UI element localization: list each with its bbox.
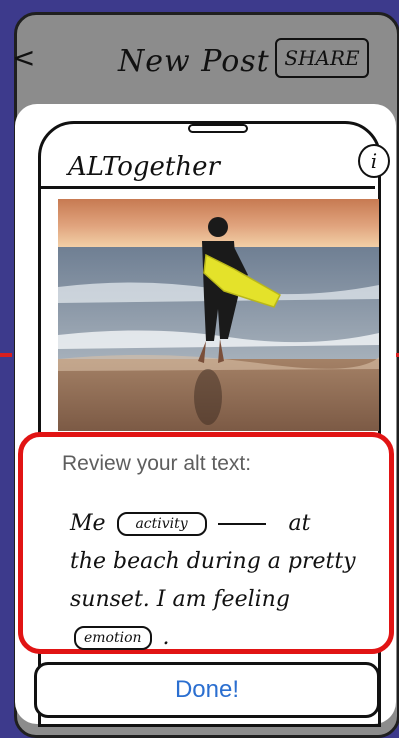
alt-text-line-1: Me activity at — [70, 505, 370, 543]
emotion-blank[interactable]: emotion — [74, 626, 152, 650]
alt-text-line-4: emotion . — [70, 619, 370, 657]
alt-text-line-2: the beach during a pretty — [70, 549, 356, 574]
red-marker-left — [0, 353, 12, 357]
activity-underline — [217, 523, 266, 525]
alt-text-content[interactable]: Me activity at the beach during a pretty… — [70, 505, 370, 657]
app-title: ALTogether — [68, 152, 220, 182]
alt-text-period: . — [162, 625, 170, 650]
post-photo — [58, 199, 379, 431]
info-button[interactable]: i — [358, 144, 390, 178]
back-button[interactable]: < — [12, 44, 35, 72]
phone-speaker — [188, 124, 248, 133]
alt-text-word: Me — [70, 511, 106, 536]
share-button[interactable]: SHARE — [275, 38, 369, 78]
alt-text-word: at — [288, 511, 311, 536]
app-bar-divider — [40, 186, 375, 189]
done-button[interactable]: Done! — [34, 662, 380, 718]
alt-text-line-3: sunset. I am feeling — [70, 587, 290, 612]
review-label: Review your alt text: — [62, 452, 252, 475]
activity-blank[interactable]: activity — [116, 512, 207, 536]
header-title: New Post — [118, 44, 270, 79]
